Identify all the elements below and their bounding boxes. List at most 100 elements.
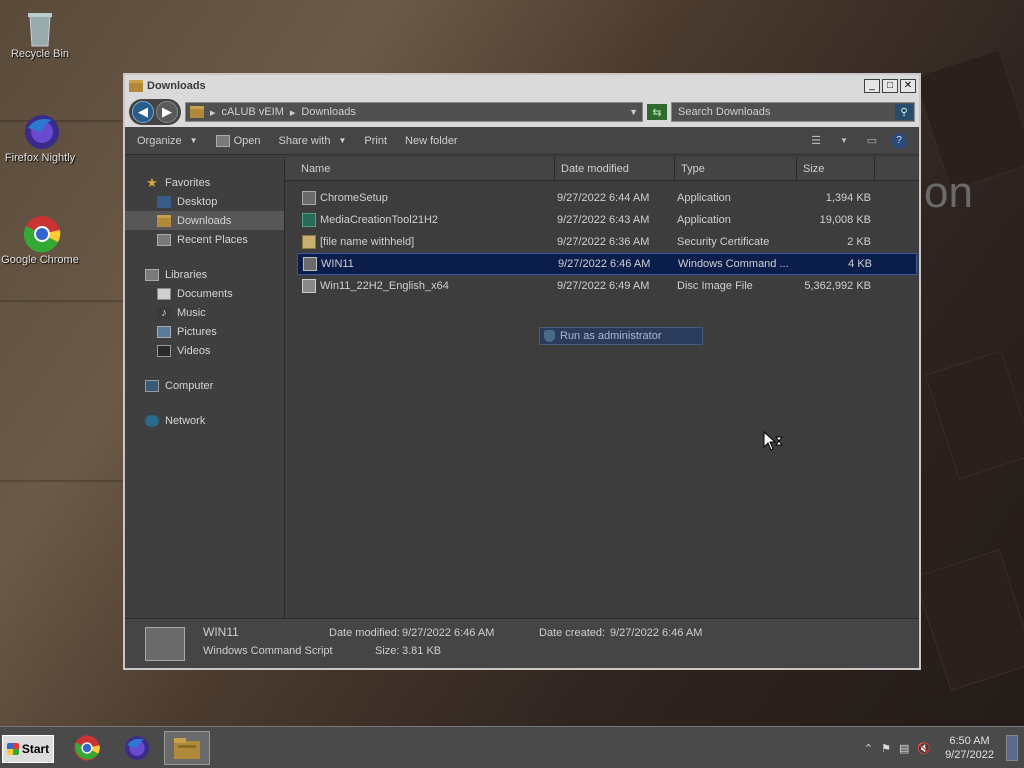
help-icon[interactable]: ? [891,132,907,149]
new-folder-button[interactable]: New folder [405,135,458,147]
chevron-down-icon[interactable]: ▼ [629,107,638,117]
file-type: Disc Image File [677,280,753,292]
share-with-button[interactable]: Share with ▼ [278,135,346,147]
open-icon [215,134,230,147]
details-created-value: 9/27/2022 6:46 AM [610,627,703,639]
column-header-date[interactable]: Date modified [555,157,675,180]
nav-pictures[interactable]: Pictures [125,322,284,341]
start-label: Start [21,742,50,756]
nav-favorites[interactable]: ★ Favorites [125,173,284,192]
breadcrumb-current[interactable]: Downloads [301,106,355,118]
share-with-label: Share with [278,134,331,147]
forward-arrow-icon: ▶ [162,104,172,119]
flag-icon[interactable]: ⚑ [881,742,891,755]
chevron-down-icon[interactable]: ▼ [835,133,853,149]
column-header-type[interactable]: Type [675,157,797,180]
nav-downloads[interactable]: Downloads [125,211,284,230]
search-input[interactable]: Search Downloads ⚲ [671,102,915,122]
desktop-icon-label: Google Chrome [1,254,79,266]
search-placeholder: Search Downloads [678,106,771,118]
refresh-button[interactable]: ⇆ [647,104,667,120]
file-date: 9/27/2022 6:43 AM [557,214,650,226]
taskbar-firefox-nightly[interactable] [114,731,160,765]
file-row[interactable]: [file name withheld] 9/27/2022 6:36 AM S… [297,231,917,253]
busy-cursor-icon [763,431,783,451]
nav-network[interactable]: Network [125,411,284,430]
open-button[interactable]: Open [215,134,260,147]
firefox-nightly-icon [22,112,59,149]
nav-recent-places[interactable]: Recent Places [125,230,284,249]
taskbar-explorer[interactable] [164,731,210,765]
taskbar: Start ⌃ ⚑ ▤ 🔇 6:50 AM 9/27/2022 [0,726,1024,768]
taskbar-chrome[interactable] [64,731,110,765]
desktop-icon-google-chrome[interactable]: Google Chrome [0,214,80,266]
nav-computer[interactable]: Computer [125,376,284,395]
videos-icon [157,344,171,357]
file-name: ChromeSetup [320,192,388,204]
folder-icon [190,106,204,118]
file-type: Application [677,192,731,204]
nav-documents[interactable]: Documents [125,284,284,303]
breadcrumb-root[interactable]: cALUB vEIM [222,106,284,118]
close-button[interactable]: ✕ [900,79,916,93]
explorer-window: Downloads _ □ ✕ ◀ ▶ ▸ cALUB vEIM ▸ Downl… [123,73,921,670]
nav-label: Downloads [177,214,232,227]
maximize-button[interactable]: □ [882,79,898,93]
nav-libraries[interactable]: Libraries [125,265,284,284]
search-icon[interactable]: ⚲ [895,104,913,120]
print-label: Print [364,134,388,147]
column-header-name[interactable]: Name [285,157,555,180]
nav-label: Recent Places [177,233,248,246]
organize-button[interactable]: Organize ▼ [137,135,198,147]
nav-label: Computer [165,379,214,392]
back-button[interactable]: ◀ [132,101,154,123]
file-date: 9/27/2022 6:36 AM [557,236,650,248]
chrome-icon [74,735,100,761]
file-name: MediaCreationTool21H2 [320,214,439,226]
shield-icon [544,330,555,342]
file-row[interactable]: Win11_22H2_English_x64 9/27/2022 6:49 AM… [297,275,917,297]
nav-label: Network [165,414,206,427]
refresh-icon: ⇆ [652,106,662,119]
file-date: 9/27/2022 6:49 AM [557,280,650,292]
forward-button[interactable]: ▶ [156,101,178,123]
chevron-up-icon[interactable]: ⌃ [864,742,873,755]
file-row[interactable]: ChromeSetup 9/27/2022 6:44 AM Applicatio… [297,187,917,209]
column-header-size[interactable]: Size [797,157,875,180]
file-name: Win11_22H2_English_x64 [320,280,449,292]
title-bar[interactable]: Downloads _ □ ✕ [125,75,919,97]
media-creation-tool-icon [302,213,316,227]
start-button[interactable]: Start [2,735,54,763]
wallpaper-detail [0,300,130,302]
clock-time: 6:50 AM [949,735,990,747]
print-button[interactable]: Print [364,135,387,147]
file-row-selected[interactable]: WIN11 9/27/2022 6:46 AM Windows Command … [297,253,917,275]
address-bar[interactable]: ▸ cALUB vEIM ▸ Downloads ▼ [185,102,643,122]
file-row[interactable]: MediaCreationTool21H2 9/27/2022 6:43 AM … [297,209,917,231]
nav-desktop[interactable]: Desktop [125,192,284,211]
show-desktop-button[interactable] [1006,735,1018,761]
view-options-icon[interactable]: ☰ [807,133,825,149]
wallpaper-detail [0,480,130,482]
nav-music[interactable]: ♪ Music [125,303,284,322]
volume-muted-icon[interactable]: 🔇 [917,742,931,755]
preview-pane-icon[interactable]: ▭ [863,133,881,149]
nav-label: Desktop [177,195,218,208]
details-size-value: 3.81 KB [402,645,442,657]
file-type: Windows Command ... [678,258,789,270]
desktop-icon-firefox-nightly[interactable]: Firefox Nightly [0,112,80,164]
nav-videos[interactable]: Videos [125,341,284,360]
desktop-icon-recycle-bin[interactable]: Recycle Bin [0,8,80,60]
minimize-button[interactable]: _ [864,79,880,93]
documents-icon [157,287,171,300]
chevron-down-icon: ▼ [189,136,198,145]
details-file-name: WIN11 [203,625,239,639]
explorer-folder-icon [174,738,200,759]
address-row: ◀ ▶ ▸ cALUB vEIM ▸ Downloads ▼ ⇆ Search … [125,97,919,127]
context-menu-run-as-admin[interactable]: Run as administrator [539,327,703,345]
clock-date: 9/27/2022 [945,749,994,761]
network-tray-icon[interactable]: ▤ [899,742,909,755]
wallpaper-detail [924,350,1024,480]
clock[interactable]: 6:50 AM 9/27/2022 [945,734,994,762]
details-modified-label: Date modified: [329,627,400,639]
